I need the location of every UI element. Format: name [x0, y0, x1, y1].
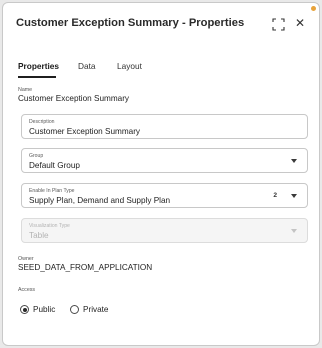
tab-layout[interactable]: Layout — [117, 61, 142, 71]
close-icon[interactable]: ✕ — [293, 16, 307, 30]
owner-value: SEED_DATA_FROM_APPLICATION — [18, 263, 153, 272]
tab-data[interactable]: Data — [78, 61, 96, 71]
access-private-label[interactable]: Private — [83, 305, 108, 314]
notification-dot — [311, 6, 316, 11]
group-value: Default Group — [29, 160, 80, 170]
tab-properties[interactable]: Properties — [18, 61, 59, 71]
active-tab-indicator — [18, 76, 56, 78]
plan-type-select[interactable]: Enable In Plan Type Supply Plan, Demand … — [21, 183, 308, 208]
dialog-title: Customer Exception Summary - Properties — [16, 17, 245, 29]
properties-dialog: Customer Exception Summary - Properties … — [2, 2, 320, 346]
chevron-down-icon — [291, 229, 297, 233]
group-label: Group — [29, 153, 44, 159]
radio-selected-icon[interactable] — [20, 305, 29, 314]
name-label: Name — [18, 87, 33, 93]
plan-type-label: Enable In Plan Type — [29, 188, 75, 194]
group-select[interactable]: Group Default Group — [21, 148, 308, 173]
access-public-label[interactable]: Public — [33, 305, 55, 314]
chevron-down-icon[interactable] — [291, 194, 297, 198]
maximize-icon[interactable] — [272, 18, 285, 31]
owner-label: Owner — [18, 256, 34, 262]
selected-count-badge: 2 — [273, 192, 277, 199]
access-label: Access — [18, 287, 36, 293]
description-label: Description — [29, 119, 55, 125]
visualization-type-label: Visualization Type — [29, 223, 70, 229]
description-field[interactable]: Description Customer Exception Summary — [21, 114, 308, 139]
chevron-down-icon[interactable] — [291, 159, 297, 163]
name-value: Customer Exception Summary — [18, 94, 130, 103]
visualization-type-value: Table — [29, 230, 49, 240]
dialog-header: Customer Exception Summary - Properties … — [16, 16, 311, 33]
radio-unselected-icon[interactable] — [70, 305, 79, 314]
description-value: Customer Exception Summary — [29, 126, 141, 136]
plan-type-value: Supply Plan, Demand and Supply Plan — [29, 195, 171, 205]
visualization-type-select: Visualization Type Table — [21, 218, 308, 243]
